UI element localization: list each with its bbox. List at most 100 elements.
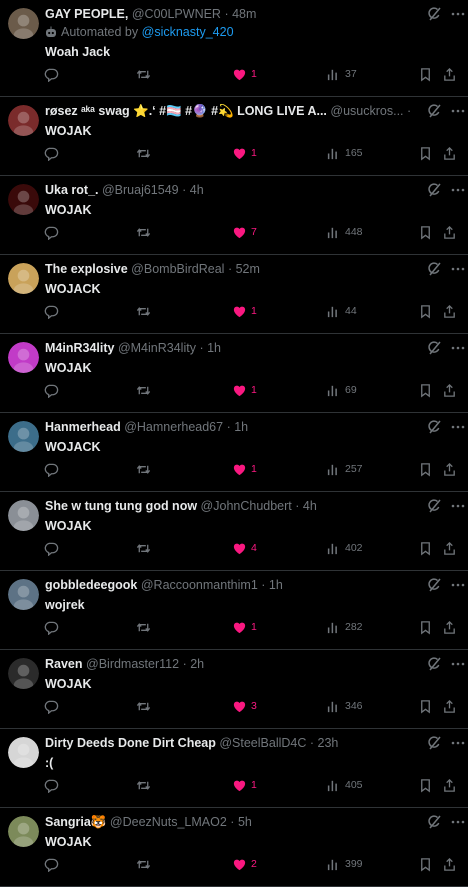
share-button[interactable] (442, 698, 457, 714)
user-handle[interactable]: @JohnChudbert (201, 499, 292, 513)
bookmark-button[interactable] (418, 382, 433, 398)
retweet-button[interactable] (136, 382, 151, 398)
avatar[interactable] (8, 500, 39, 531)
post-time[interactable]: 4h (303, 499, 317, 513)
user-handle[interactable]: @Raccoonmanthim1 (141, 578, 258, 592)
retweet-button[interactable] (136, 66, 151, 82)
reply-button[interactable] (44, 540, 59, 556)
views-button[interactable]: 44 (326, 303, 357, 319)
post-time[interactable]: 48m (232, 7, 256, 21)
more-icon[interactable] (450, 6, 466, 22)
grok-icon[interactable] (426, 182, 442, 198)
reply-post[interactable]: M4inR34lity @M4inR34lity · 1h WOJAK 1 69 (0, 334, 468, 413)
share-button[interactable] (442, 382, 457, 398)
bookmark-button[interactable] (418, 66, 433, 82)
like-button[interactable]: 1 (232, 145, 257, 161)
grok-icon[interactable] (426, 103, 442, 119)
display-name[interactable]: røsez ᵃᵏᵃ swag ⭐.‘ #🏳️‍⚧️ #🔮 #💫 LONG LIV… (45, 104, 327, 118)
retweet-button[interactable] (136, 540, 151, 556)
user-handle[interactable]: @DeezNuts_LMAO2 (110, 815, 227, 829)
share-button[interactable] (442, 224, 457, 240)
reply-post[interactable]: Hanmerhead @Hamnerhead67 · 1h WOJACK 1 2… (0, 413, 468, 492)
bookmark-button[interactable] (418, 224, 433, 240)
post-time[interactable]: 1h (269, 578, 283, 592)
avatar[interactable] (8, 105, 39, 136)
like-button[interactable]: 1 (232, 303, 257, 319)
display-name[interactable]: GAY PEOPLE, (45, 7, 128, 21)
reply-button[interactable] (44, 461, 59, 477)
display-name[interactable]: Hanmerhead (45, 420, 121, 434)
share-button[interactable] (442, 540, 457, 556)
more-icon[interactable] (450, 340, 466, 356)
more-icon[interactable] (450, 103, 466, 119)
avatar[interactable] (8, 737, 39, 768)
avatar[interactable] (8, 579, 39, 610)
reply-post[interactable]: Raven @Birdmaster112 · 2h WOJAK 3 346 (0, 650, 468, 729)
reply-post[interactable]: GAY PEOPLE, @C00LPWNER · 48m Woah Jack 1 (0, 0, 468, 97)
avatar[interactable] (8, 263, 39, 294)
display-name[interactable]: M4inR34lity (45, 341, 114, 355)
share-button[interactable] (442, 461, 457, 477)
retweet-button[interactable] (136, 224, 151, 240)
user-handle[interactable]: @M4inR34lity (118, 341, 196, 355)
views-button[interactable]: 257 (326, 461, 363, 477)
user-handle[interactable]: @SteelBallD4C (219, 736, 306, 750)
grok-icon[interactable] (426, 340, 442, 356)
views-button[interactable]: 37 (326, 66, 357, 82)
views-button[interactable]: 346 (326, 698, 363, 714)
avatar[interactable] (8, 184, 39, 215)
retweet-button[interactable] (136, 698, 151, 714)
reply-button[interactable] (44, 698, 59, 714)
reply-post[interactable]: The explosive @BombBirdReal · 52m WOJACK… (0, 255, 468, 334)
retweet-button[interactable] (136, 777, 151, 793)
views-button[interactable]: 405 (326, 777, 363, 793)
bookmark-button[interactable] (418, 303, 433, 319)
like-button[interactable]: 1 (232, 777, 257, 793)
post-time[interactable]: 4h (190, 183, 204, 197)
more-icon[interactable] (450, 814, 466, 830)
more-icon[interactable] (450, 419, 466, 435)
more-icon[interactable] (450, 261, 466, 277)
avatar[interactable] (8, 421, 39, 452)
grok-icon[interactable] (426, 6, 442, 22)
user-handle[interactable]: @Hamnerhead67 (124, 420, 223, 434)
grok-icon[interactable] (426, 261, 442, 277)
post-time[interactable]: 2h (190, 657, 204, 671)
more-icon[interactable] (450, 577, 466, 593)
more-icon[interactable] (450, 735, 466, 751)
reply-button[interactable] (44, 777, 59, 793)
reply-post[interactable]: Dirty Deeds Done Dirt Cheap @SteelBallD4… (0, 729, 468, 808)
views-button[interactable]: 165 (326, 145, 363, 161)
like-button[interactable]: 1 (232, 66, 257, 82)
reply-post[interactable]: røsez ᵃᵏᵃ swag ⭐.‘ #🏳️‍⚧️ #🔮 #💫 LONG LIV… (0, 97, 468, 176)
user-handle[interactable]: @BombBirdReal (131, 262, 224, 276)
more-icon[interactable] (450, 182, 466, 198)
bookmark-button[interactable] (418, 777, 433, 793)
avatar[interactable] (8, 8, 39, 39)
reply-button[interactable] (44, 382, 59, 398)
views-button[interactable]: 448 (326, 224, 363, 240)
like-button[interactable]: 1 (232, 461, 257, 477)
retweet-button[interactable] (136, 619, 151, 635)
post-time[interactable]: 23h (318, 736, 339, 750)
share-button[interactable] (442, 145, 457, 161)
like-button[interactable]: 4 (232, 540, 257, 556)
post-time[interactable]: 52m (236, 262, 260, 276)
retweet-button[interactable] (136, 461, 151, 477)
reply-button[interactable] (44, 303, 59, 319)
bookmark-button[interactable] (418, 619, 433, 635)
like-button[interactable]: 1 (232, 382, 257, 398)
reply-post[interactable]: She w tung tung god now @JohnChudbert · … (0, 492, 468, 571)
views-button[interactable]: 69 (326, 382, 357, 398)
display-name[interactable]: Uka rot_. (45, 183, 99, 197)
views-button[interactable]: 282 (326, 619, 363, 635)
views-button[interactable]: 402 (326, 540, 363, 556)
like-button[interactable]: 1 (232, 619, 257, 635)
grok-icon[interactable] (426, 577, 442, 593)
reply-button[interactable] (44, 145, 59, 161)
bookmark-button[interactable] (418, 461, 433, 477)
like-button[interactable]: 7 (232, 224, 257, 240)
display-name[interactable]: The explosive (45, 262, 128, 276)
user-handle[interactable]: @Birdmaster112 (86, 657, 179, 671)
display-name[interactable]: She w tung tung god now (45, 499, 197, 513)
